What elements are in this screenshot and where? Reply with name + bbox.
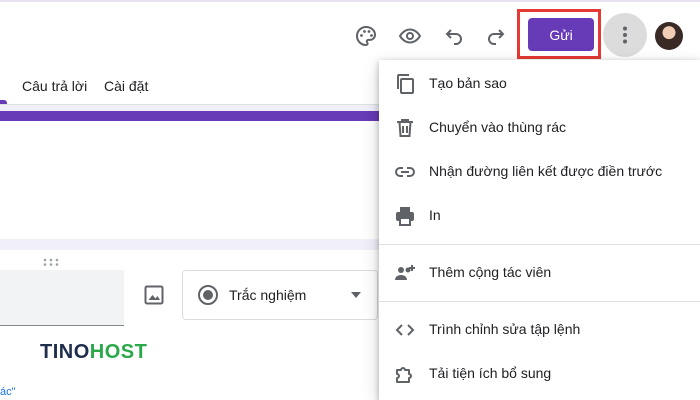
menu-item-label: Tải tiện ích bổ sung xyxy=(429,365,552,381)
form-header-card[interactable] xyxy=(0,111,390,239)
menu-item-print[interactable]: In xyxy=(379,196,700,236)
menu-item-label: Tạo bản sao xyxy=(429,75,507,91)
dropdown-arrow-icon xyxy=(351,292,361,298)
undo-icon[interactable] xyxy=(442,24,466,48)
print-icon xyxy=(393,204,417,228)
more-options-button[interactable] xyxy=(603,13,647,57)
truncated-text: ác" xyxy=(0,386,16,398)
code-icon xyxy=(393,318,417,342)
question-type-label: Trắc nghiệm xyxy=(229,287,307,303)
menu-item-script-editor[interactable]: Trình chỉnh sửa tập lệnh xyxy=(379,310,700,350)
avatar[interactable] xyxy=(655,22,683,50)
menu-item-label: Chuyển vào thùng rác xyxy=(429,119,566,135)
question-title-input[interactable] xyxy=(0,270,124,326)
menu-divider xyxy=(379,244,700,245)
menu-item-label: In xyxy=(429,207,441,223)
menu-item-label: Nhận đường liên kết được điền trước xyxy=(429,163,663,179)
add-people-icon xyxy=(393,261,417,285)
more-vert-icon xyxy=(623,26,627,44)
watermark-part1: TINO xyxy=(40,341,90,363)
drag-handle-icon[interactable] xyxy=(43,258,59,266)
menu-item-add-collaborators[interactable]: Thêm cộng tác viên xyxy=(379,253,700,293)
copy-icon xyxy=(393,72,417,96)
question-type-select[interactable]: Trắc nghiệm xyxy=(182,270,378,320)
redo-icon[interactable] xyxy=(484,24,508,48)
trash-icon xyxy=(393,116,417,140)
tab-responses[interactable]: Câu trả lời xyxy=(22,78,87,94)
menu-item-get-addons[interactable]: Tải tiện ích bổ sung xyxy=(379,354,700,394)
menu-item-label: Trình chỉnh sửa tập lệnh xyxy=(429,321,581,337)
more-options-menu: Tạo bản sao Chuyển vào thùng rác Nhận đư… xyxy=(379,60,700,400)
menu-item-make-copy[interactable]: Tạo bản sao xyxy=(379,64,700,104)
menu-item-label: Thêm cộng tác viên xyxy=(429,264,552,280)
radio-button-icon xyxy=(198,285,218,305)
watermark-logo: TINOHOST xyxy=(40,341,147,364)
send-button[interactable]: Gửi xyxy=(528,18,594,51)
tab-settings[interactable]: Cài đặt xyxy=(104,78,148,94)
palette-icon[interactable] xyxy=(354,24,378,48)
puzzle-icon xyxy=(393,362,417,386)
active-tab-indicator xyxy=(0,100,7,104)
preview-eye-icon[interactable] xyxy=(398,24,422,48)
watermark-part2: HOST xyxy=(89,341,148,363)
link-icon xyxy=(393,160,417,184)
menu-divider xyxy=(379,301,700,302)
menu-item-move-to-trash[interactable]: Chuyển vào thùng rác xyxy=(379,108,700,148)
menu-item-prefilled-link[interactable]: Nhận đường liên kết được điền trước xyxy=(379,152,700,192)
image-icon[interactable] xyxy=(142,283,166,307)
